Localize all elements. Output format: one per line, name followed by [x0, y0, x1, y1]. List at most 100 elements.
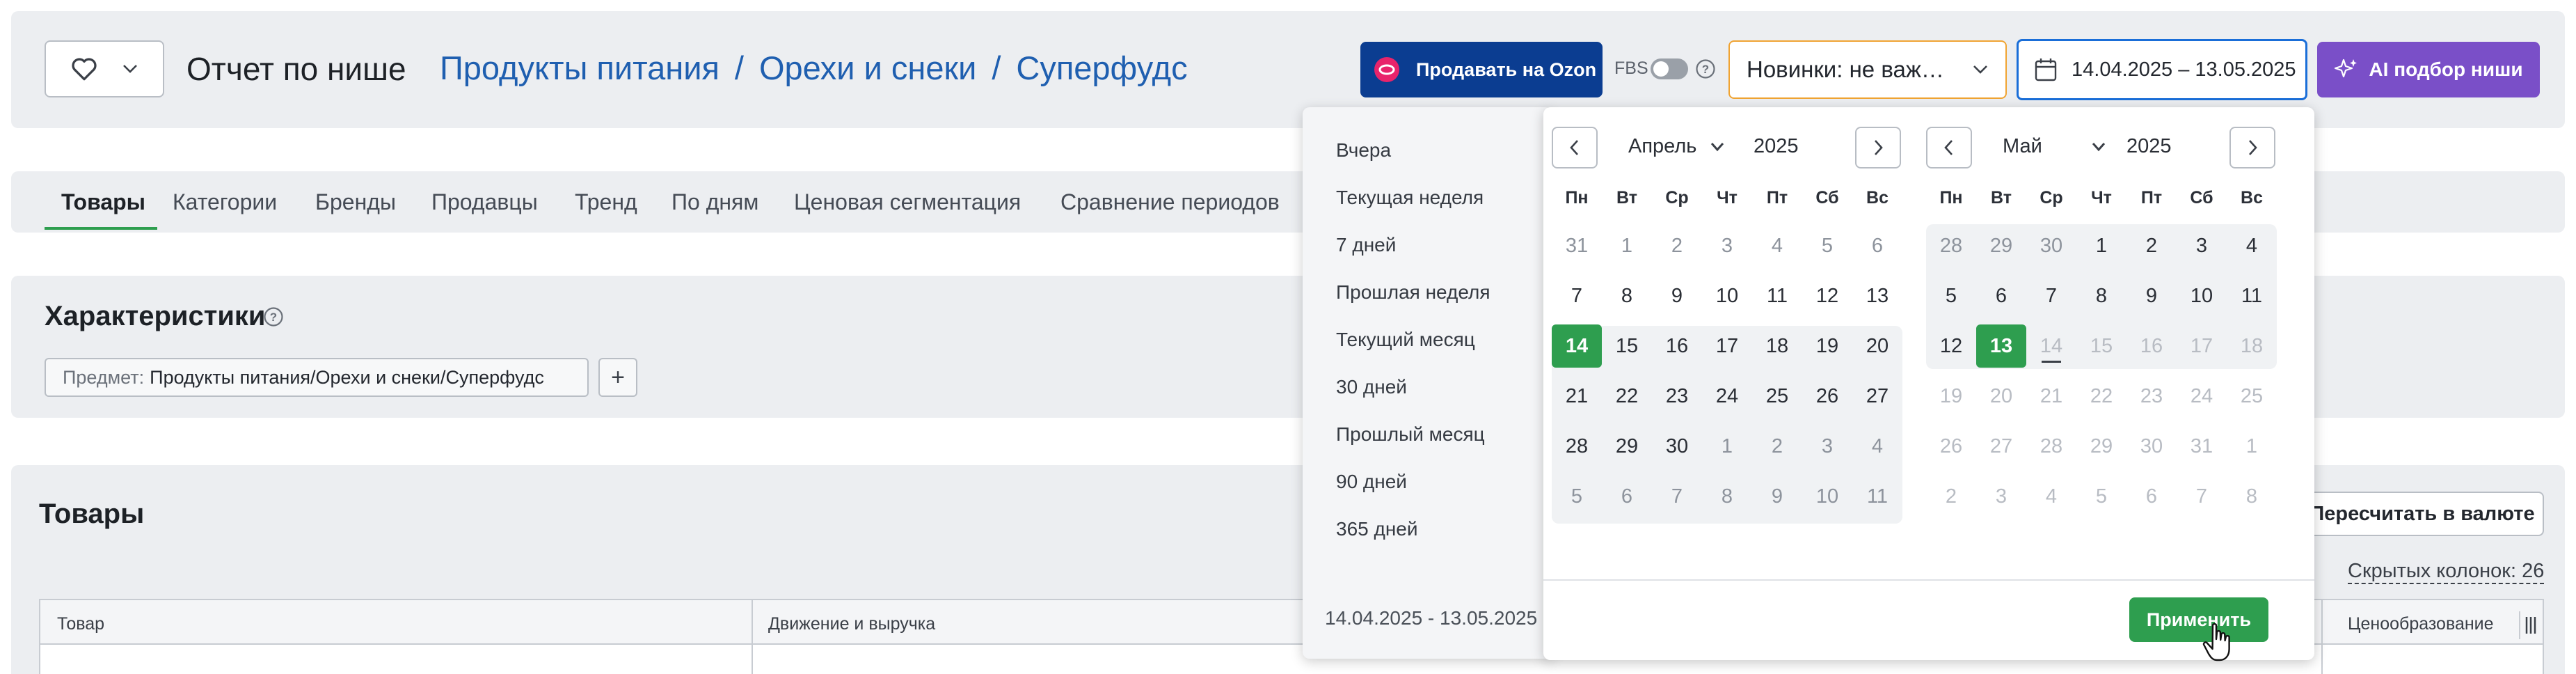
right-day-cell[interactable]: 1 — [2076, 224, 2126, 267]
right-day-cell[interactable]: 30 — [2026, 224, 2076, 267]
right-day-cell[interactable]: 3 — [2177, 224, 2227, 267]
help-icon[interactable]: ? — [263, 306, 284, 327]
left-day-cell[interactable]: 26 — [1802, 375, 1852, 418]
left-day-cell[interactable]: 4 — [1752, 224, 1802, 267]
left-day-cell[interactable]: 20 — [1852, 324, 1902, 368]
left-day-cell[interactable]: 21 — [1552, 375, 1602, 418]
right-day-cell[interactable]: 11 — [2227, 274, 2277, 318]
left-day-cell[interactable]: 5 — [1552, 475, 1602, 518]
hidden-columns-link[interactable]: Скрытых колонок: 26 — [2348, 560, 2545, 584]
left-day-cell[interactable]: 9 — [1652, 274, 1702, 318]
tab-by-days[interactable]: По дням — [671, 189, 758, 215]
column-settings-button[interactable] — [2519, 611, 2538, 639]
right-day-cell[interactable]: 12 — [1926, 324, 1976, 368]
preset-current-month[interactable]: Текущий месяц — [1336, 329, 1475, 351]
preset-last-month[interactable]: Прошлый месяц — [1336, 423, 1485, 446]
left-day-cell[interactable]: 12 — [1802, 274, 1852, 318]
right-day-cell[interactable]: 9 — [2126, 274, 2177, 318]
left-day-cell[interactable]: 18 — [1752, 324, 1802, 368]
left-day-cell[interactable]: 7 — [1552, 274, 1602, 318]
left-day-cell[interactable]: 17 — [1702, 324, 1752, 368]
favorite-dropdown-button[interactable] — [45, 40, 164, 97]
right-selected-day[interactable]: 13 — [1976, 324, 2026, 368]
right-day-cell[interactable]: 2 — [2126, 224, 2177, 267]
tab-period-comparison[interactable]: Сравнение периодов — [1060, 189, 1280, 215]
right-day-cell[interactable]: 28 — [1926, 224, 1976, 267]
tab-trend[interactable]: Тренд — [575, 189, 637, 215]
breadcrumb-item-superfoods[interactable]: Суперфудс — [1016, 49, 1187, 87]
next-month-button[interactable] — [1855, 127, 1901, 168]
tab-categories[interactable]: Категории — [173, 189, 277, 215]
tab-sellers[interactable]: Продавцы — [431, 189, 538, 215]
right-month-select[interactable]: Май — [2003, 135, 2106, 158]
left-day-cell[interactable]: 1 — [1602, 224, 1652, 267]
right-day-cell[interactable]: 8 — [2076, 274, 2126, 318]
left-day-cell[interactable]: 29 — [1602, 425, 1652, 468]
sell-on-ozon-button[interactable]: Продавать на Ozon — [1360, 42, 1603, 97]
preset-7-days[interactable]: 7 дней — [1336, 234, 1396, 256]
left-day-cell[interactable]: 3 — [1702, 224, 1752, 267]
tab-products[interactable]: Товары — [61, 189, 145, 215]
left-day-cell[interactable]: 11 — [1752, 274, 1802, 318]
fbs-toggle[interactable] — [1651, 58, 1688, 79]
breadcrumb-item-food[interactable]: Продукты питания — [440, 49, 719, 87]
left-day-cell[interactable]: 2 — [1752, 425, 1802, 468]
prev-month-button[interactable] — [1926, 127, 1972, 168]
left-day-cell[interactable]: 10 — [1702, 274, 1752, 318]
preset-yesterday[interactable]: Вчера — [1336, 139, 1391, 162]
left-day-cell[interactable]: 24 — [1702, 375, 1752, 418]
left-day-cell[interactable]: 8 — [1702, 475, 1752, 518]
breadcrumb-item-nuts[interactable]: Орехи и снеки — [759, 49, 976, 87]
preset-365-days[interactable]: 365 дней — [1336, 518, 1418, 540]
prev-month-button[interactable] — [1552, 127, 1598, 168]
left-day-cell[interactable]: 31 — [1552, 224, 1602, 267]
left-day-cell[interactable]: 2 — [1652, 224, 1702, 267]
help-icon[interactable]: ? — [1695, 58, 1716, 79]
next-month-button[interactable] — [2229, 127, 2275, 168]
apply-button[interactable]: Применить — [2129, 597, 2268, 642]
left-day-cell[interactable]: 3 — [1802, 425, 1852, 468]
left-day-cell[interactable]: 25 — [1752, 375, 1802, 418]
left-day-cell[interactable]: 9 — [1752, 475, 1802, 518]
left-day-cell[interactable]: 6 — [1602, 475, 1652, 518]
left-day-cell[interactable]: 28 — [1552, 425, 1602, 468]
left-day-cell[interactable]: 7 — [1652, 475, 1702, 518]
right-day-cell[interactable]: 7 — [2026, 274, 2076, 318]
left-year-select[interactable]: 2025 — [1754, 135, 1799, 158]
subject-filter-chip[interactable]: Предмет: Продукты питания/Орехи и снеки/… — [45, 358, 589, 397]
left-day-cell[interactable]: 5 — [1802, 224, 1852, 267]
left-day-cell[interactable]: 30 — [1652, 425, 1702, 468]
left-day-cell[interactable]: 19 — [1802, 324, 1852, 368]
left-day-cell[interactable]: 13 — [1852, 274, 1902, 318]
left-day-cell[interactable]: 22 — [1602, 375, 1652, 418]
tab-price-segmentation[interactable]: Ценовая сегментация — [794, 189, 1021, 215]
ai-niche-button[interactable]: AI подбор ниши — [2317, 42, 2540, 97]
right-day-cell[interactable]: 29 — [1976, 224, 2026, 267]
right-year-select[interactable]: 2025 — [2126, 135, 2172, 158]
left-day-cell[interactable]: 8 — [1602, 274, 1652, 318]
left-day-cell[interactable]: 11 — [1852, 475, 1902, 518]
tab-brands[interactable]: Бренды — [315, 189, 396, 215]
right-day-cell[interactable]: 6 — [1976, 274, 2026, 318]
left-month-select[interactable]: Апрель — [1628, 135, 1724, 158]
left-day-cell[interactable]: 1 — [1702, 425, 1752, 468]
left-day-cell[interactable]: 23 — [1652, 375, 1702, 418]
right-day-cell[interactable]: 4 — [2227, 224, 2277, 267]
recalc-currency-button[interactable]: Пересчитать в валюте — [2300, 492, 2544, 536]
left-day-cell[interactable]: 10 — [1802, 475, 1852, 518]
left-day-cell[interactable]: 27 — [1852, 375, 1902, 418]
left-day-cell[interactable]: 15 — [1602, 324, 1652, 368]
preset-last-week[interactable]: Прошлая неделя — [1336, 281, 1490, 304]
left-day-cell[interactable]: 16 — [1652, 324, 1702, 368]
right-day-cell[interactable]: 10 — [2177, 274, 2227, 318]
left-day-cell[interactable]: 4 — [1852, 425, 1902, 468]
date-range-picker[interactable]: 14.04.2025 – 13.05.2025 — [2017, 39, 2307, 100]
left-day-cell[interactable]: 6 — [1852, 224, 1902, 267]
preset-90-days[interactable]: 90 дней — [1336, 471, 1407, 493]
preset-30-days[interactable]: 30 дней — [1336, 376, 1407, 398]
right-day-cell[interactable]: 5 — [1926, 274, 1976, 318]
preset-current-week[interactable]: Текущая неделя — [1336, 187, 1484, 209]
left-selected-day[interactable]: 14 — [1552, 324, 1602, 368]
add-filter-button[interactable]: + — [598, 358, 637, 397]
novelties-select[interactable]: Новинки: не важ… — [1728, 40, 2007, 99]
